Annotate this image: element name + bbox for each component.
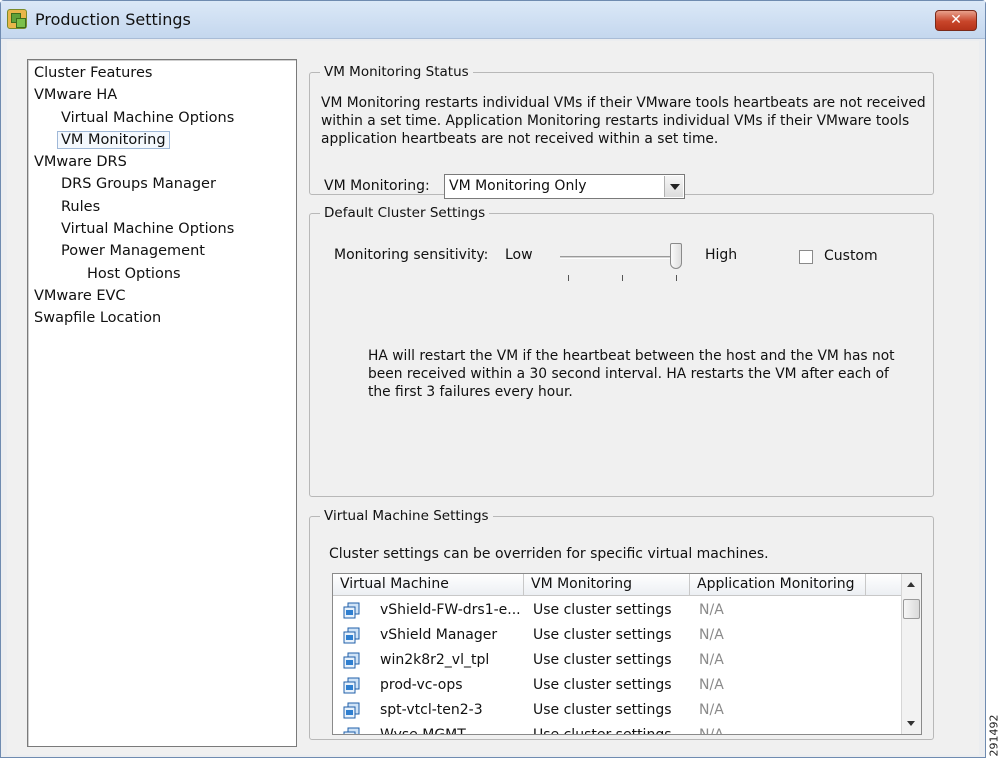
scrollbar-thumb[interactable] xyxy=(903,599,920,619)
vm-monitoring-description: VM Monitoring restarts individual VMs if… xyxy=(321,95,926,147)
window-title: Production Settings xyxy=(35,10,191,29)
app-monitoring-cell: N/A xyxy=(699,652,724,668)
vm-monitoring-cell: Use cluster settings xyxy=(533,677,672,693)
virtual-machine-settings-group: Virtual Machine Settings Cluster setting… xyxy=(309,508,934,740)
vm-monitoring-select-value: VM Monitoring Only xyxy=(449,178,587,194)
vm-monitoring-cell: Use cluster settings xyxy=(533,727,672,735)
vm-name-cell: win2k8r2_vl_tpl xyxy=(380,652,490,668)
table-row[interactable]: vShield Manager Use cluster settings N/A xyxy=(333,623,901,648)
table-row[interactable]: prod-vc-ops Use cluster settings N/A xyxy=(333,673,901,698)
custom-checkbox[interactable] xyxy=(799,250,813,264)
table-row[interactable]: spt-vtcl-ten2-3 Use cluster settings N/A xyxy=(333,698,901,723)
default-cluster-settings-legend: Default Cluster Settings xyxy=(324,205,486,221)
nav-item-power-management[interactable]: Power Management xyxy=(28,240,296,262)
slider-tick xyxy=(676,275,677,281)
col-header-application-monitoring[interactable]: Application Monitoring xyxy=(690,574,866,596)
virtual-machine-icon xyxy=(343,627,360,644)
default-cluster-settings-group: Default Cluster Settings Monitoring sens… xyxy=(309,205,934,497)
sensitivity-label: Monitoring sensitivity: xyxy=(334,247,489,263)
app-monitoring-cell: N/A xyxy=(699,602,724,618)
virtual-machine-icon xyxy=(343,702,360,719)
vm-monitoring-cell: Use cluster settings xyxy=(533,702,672,718)
col-header-vm-monitoring[interactable]: VM Monitoring xyxy=(524,574,690,596)
app-monitoring-cell: N/A xyxy=(699,677,724,693)
vm-monitoring-status-legend: VM Monitoring Status xyxy=(324,64,469,80)
nav-item-vm-monitoring[interactable]: VM Monitoring xyxy=(28,129,296,151)
vm-monitoring-status-group: VM Monitoring Status VM Monitoring resta… xyxy=(309,64,934,199)
nav-item-ha-virtual-machine-options[interactable]: Virtual Machine Options xyxy=(28,107,296,129)
vm-name-cell: vShield Manager xyxy=(380,627,498,643)
nav-item-rules[interactable]: Rules xyxy=(28,196,296,218)
sensitivity-slider-track[interactable] xyxy=(560,256,680,259)
sensitivity-description: HA will restart the VM if the heartbeat … xyxy=(368,348,895,400)
table-row[interactable]: vShield-FW-drs1-e... Use cluster setting… xyxy=(333,598,901,623)
nav-item-host-options[interactable]: Host Options xyxy=(28,263,296,285)
scroll-down-arrow-icon[interactable] xyxy=(907,721,915,726)
virtual-machine-icon xyxy=(343,677,360,694)
nav-item-drs-virtual-machine-options[interactable]: Virtual Machine Options xyxy=(28,218,296,240)
sensitivity-low-label: Low xyxy=(505,247,533,263)
slider-tick xyxy=(622,275,623,281)
vm-name-cell: vShield-FW-drs1-e... xyxy=(380,602,521,618)
vm-monitoring-select[interactable]: VM Monitoring Only xyxy=(444,174,685,199)
app-monitoring-cell: N/A xyxy=(699,727,724,735)
nav-item-vmware-ha[interactable]: VMware HA xyxy=(28,84,296,106)
nav-item-cluster-features[interactable]: Cluster Features xyxy=(28,62,296,84)
vm-monitoring-cell: Use cluster settings xyxy=(533,602,672,618)
nav-item-swapfile-location[interactable]: Swapfile Location xyxy=(28,307,296,329)
table-header: Virtual Machine VM Monitoring Applicatio… xyxy=(333,574,901,596)
virtual-machine-icon xyxy=(343,652,360,669)
table-row[interactable]: win2k8r2_vl_tpl Use cluster settings N/A xyxy=(333,648,901,673)
cluster-app-icon xyxy=(7,9,27,29)
chevron-down-icon[interactable] xyxy=(664,176,683,197)
sensitivity-slider-thumb[interactable] xyxy=(670,243,682,269)
vm-name-cell: prod-vc-ops xyxy=(380,677,463,693)
vm-monitoring-cell: Use cluster settings xyxy=(533,652,672,668)
virtual-machine-settings-legend: Virtual Machine Settings xyxy=(324,508,489,524)
title-bar[interactable]: Production Settings ✕ xyxy=(1,1,985,39)
dialog-body: Cluster Features VMware HA Virtual Machi… xyxy=(7,41,979,755)
nav-item-vmware-evc[interactable]: VMware EVC xyxy=(28,285,296,307)
virtual-machine-icon xyxy=(343,602,360,619)
slider-tick xyxy=(568,275,569,281)
col-header-virtual-machine[interactable]: Virtual Machine xyxy=(333,574,524,596)
vm-name-cell: spt-vtcl-ten2-3 xyxy=(380,702,483,718)
app-monitoring-cell: N/A xyxy=(699,627,724,643)
app-monitoring-cell: N/A xyxy=(699,702,724,718)
vm-monitoring-label: VM Monitoring: xyxy=(324,178,430,194)
custom-checkbox-label: Custom xyxy=(824,248,878,264)
scroll-up-arrow-icon[interactable] xyxy=(907,582,915,587)
close-button[interactable]: ✕ xyxy=(935,10,977,31)
vm-name-cell: Wyse MGMT xyxy=(380,727,466,735)
vm-monitoring-cell: Use cluster settings xyxy=(533,627,672,643)
settings-nav-tree[interactable]: Cluster Features VMware HA Virtual Machi… xyxy=(27,59,297,747)
virtual-machine-icon xyxy=(343,727,360,734)
override-note: Cluster settings can be overriden for sp… xyxy=(329,546,769,562)
nav-item-drs-groups-manager[interactable]: DRS Groups Manager xyxy=(28,173,296,195)
table-vertical-scrollbar[interactable] xyxy=(901,574,921,734)
sensitivity-high-label: High xyxy=(705,247,738,263)
figure-id-label: 291492 xyxy=(987,714,1001,757)
table-row[interactable]: Wyse MGMT Use cluster settings N/A xyxy=(333,723,901,735)
settings-dialog: Production Settings ✕ Cluster Features V… xyxy=(0,0,986,758)
nav-item-vmware-drs[interactable]: VMware DRS xyxy=(28,151,296,173)
vm-override-table[interactable]: Virtual Machine VM Monitoring Applicatio… xyxy=(332,573,922,735)
